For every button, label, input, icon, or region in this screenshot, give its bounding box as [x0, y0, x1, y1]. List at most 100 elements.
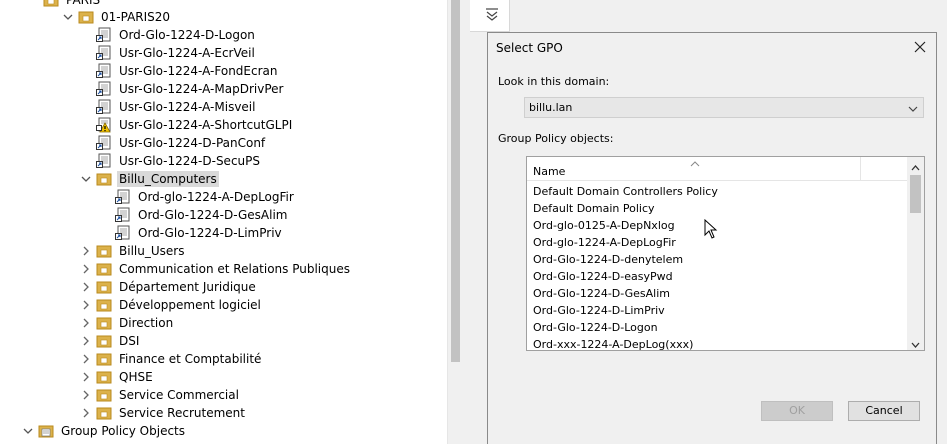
- gpo-list-item[interactable]: Default Domain Controllers Policy: [533, 183, 718, 200]
- ou-folder-icon: [96, 171, 112, 187]
- tree-gpo-link[interactable]: Usr-Glo-1224-A-Misveil: [96, 98, 257, 116]
- gpo-list-item[interactable]: Ord-xxx-1224-A-DepLog(xxx): [533, 336, 693, 350]
- chevron-right-icon[interactable]: [80, 281, 92, 293]
- tree-node-label: Group Policy Objects: [61, 424, 186, 438]
- chevron-right-icon[interactable]: [80, 263, 92, 275]
- tree-node-ou[interactable]: Billu_Users: [80, 242, 186, 260]
- ou-folder-icon: [96, 261, 112, 277]
- ou-folder-icon: [96, 315, 112, 331]
- gpo-link-warning-icon: [96, 117, 112, 133]
- tree-gpo-link[interactable]: Usr-Glo-1224-D-SecuPS: [96, 152, 262, 170]
- tree-gpo-link[interactable]: Usr-Glo-1224-A-EcrVeil: [96, 44, 257, 62]
- tree-node-label: 01-PARIS20: [101, 10, 171, 24]
- tree-node-ou[interactable]: DSI: [80, 332, 141, 350]
- tree-node-label: Communication et Relations Publiques: [119, 262, 350, 276]
- list-scrollbar-thumb[interactable]: [910, 175, 921, 213]
- ou-folder-icon: [96, 333, 112, 349]
- dialog-title: Select GPO: [496, 41, 563, 55]
- chevron-down-icon[interactable]: [62, 11, 74, 23]
- filter-icon[interactable]: [484, 6, 500, 22]
- tree-node-01-paris20[interactable]: 01-PARIS20: [62, 8, 172, 26]
- ou-folder-icon: [96, 369, 112, 385]
- column-header-name[interactable]: Name: [533, 165, 565, 178]
- domain-label: Look in this domain:: [498, 75, 610, 88]
- tree-gpo-link[interactable]: Usr-Glo-1224-D-PanConf: [96, 134, 267, 152]
- tree-node-label: Direction: [119, 316, 174, 330]
- tree-gpo-link[interactable]: Ord-Glo-1224-D-Logon: [96, 26, 257, 44]
- sort-ascending-icon: [690, 157, 700, 167]
- ou-folder-icon: [96, 387, 112, 403]
- tree-node-ou[interactable]: Direction: [80, 314, 175, 332]
- tree-node-ou[interactable]: Service Commercial: [80, 386, 241, 404]
- tree-node-ou[interactable]: Service Recrutement: [80, 404, 247, 422]
- chevron-right-icon[interactable]: [80, 299, 92, 311]
- gpo-list-item[interactable]: Ord-Glo-1224-D-easyPwd: [533, 268, 673, 285]
- gpo-list-item[interactable]: Ord-glo-0125-A-DepNxlog: [533, 217, 675, 234]
- list-scrollbar[interactable]: [907, 157, 924, 350]
- chevron-right-icon[interactable]: [80, 245, 92, 257]
- tree-node-label: DSI: [119, 334, 140, 348]
- gpo-link-icon: [96, 27, 112, 43]
- chevron-right-icon[interactable]: [80, 335, 92, 347]
- gpo-link-icon: [115, 207, 131, 223]
- gpo-link-icon: [96, 99, 112, 115]
- chevron-right-icon[interactable]: [80, 371, 92, 383]
- ou-folder-icon: [96, 297, 112, 313]
- gpo-link-label: Usr-Glo-1224-A-FondEcran: [119, 64, 278, 78]
- chevron-down-icon[interactable]: [80, 173, 92, 185]
- ou-folder-icon: [78, 9, 94, 25]
- gpo-list-item[interactable]: Ord-Glo-1224-D-GesAlim: [533, 285, 670, 302]
- gpo-list-item[interactable]: Ord-glo-1224-A-DepLogFir: [533, 234, 676, 251]
- tree-gpo-link[interactable]: Usr-Glo-1224-A-MapDrivPer: [96, 80, 285, 98]
- close-icon[interactable]: [912, 39, 928, 55]
- tree-node-label: Service Commercial: [119, 388, 239, 402]
- gpo-list-item[interactable]: Ord-Glo-1224-D-LimPriv: [533, 302, 665, 319]
- gpo-listview[interactable]: Name Default Domain Controllers Policy D…: [526, 156, 925, 351]
- gpo-list-item[interactable]: Default Domain Policy: [533, 200, 655, 217]
- scroll-up-icon[interactable]: [911, 161, 920, 171]
- scroll-down-icon[interactable]: [911, 338, 920, 348]
- tree-node-ou[interactable]: QHSE: [80, 368, 155, 386]
- chevron-right-icon[interactable]: [80, 407, 92, 419]
- gpo-link-icon: [96, 135, 112, 151]
- column-divider[interactable]: [860, 157, 861, 181]
- tree-gpo-link[interactable]: Ord-Glo-1224-D-LimPriv: [115, 224, 284, 242]
- tree-node-ou[interactable]: Département Juridique: [80, 278, 258, 296]
- cancel-button[interactable]: Cancel: [848, 401, 920, 421]
- tree-node-ou[interactable]: Finance et Comptabilité: [80, 350, 263, 368]
- domain-select[interactable]: billu.lan: [524, 97, 924, 118]
- gpo-link-icon: [115, 189, 131, 205]
- gpo-link-icon: [96, 63, 112, 79]
- tree-scrollbar-thumb[interactable]: [451, 0, 460, 362]
- tree-node-group-policy-objects[interactable]: Group Policy Objects: [22, 422, 187, 440]
- gpo-list-item[interactable]: Ord-Glo-1224-D-Logon: [533, 319, 658, 336]
- gpo-link-label: Usr-Glo-1224-D-PanConf: [119, 136, 266, 150]
- ou-folder-icon: [96, 405, 112, 421]
- chevron-right-icon[interactable]: [80, 317, 92, 329]
- tree-gpo-link[interactable]: Ord-Glo-1224-D-GesAlim: [115, 206, 289, 224]
- chevron-right-icon[interactable]: [80, 353, 92, 365]
- chevron-down-icon: [907, 102, 919, 114]
- ok-button[interactable]: OK: [761, 401, 833, 421]
- ou-folder-icon: [96, 279, 112, 295]
- tree-node-label: Développement logiciel: [119, 298, 261, 312]
- gpo-link-icon: [96, 81, 112, 97]
- gpo-link-label: Ord-Glo-1224-D-Logon: [119, 28, 255, 42]
- chevron-down-icon[interactable]: [22, 425, 34, 437]
- gpo-link-icon: [96, 153, 112, 169]
- mouse-pointer-icon: [704, 218, 718, 239]
- tree-gpo-link-warning[interactable]: Usr-Glo-1224-A-ShortcutGLPI: [96, 116, 294, 134]
- chevron-right-icon[interactable]: [80, 389, 92, 401]
- list-header: Name: [527, 157, 909, 181]
- tree-node-ou[interactable]: Communication et Relations Publiques: [80, 260, 352, 278]
- tree-scrollbar[interactable]: [447, 0, 462, 444]
- tree-node-ou[interactable]: Développement logiciel: [80, 296, 263, 314]
- gpo-link-label: Usr-Glo-1224-A-Misveil: [119, 100, 256, 114]
- gpo-list-item[interactable]: Ord-Glo-1224-D-denytelem: [533, 251, 683, 268]
- tree-node-billu-computers[interactable]: Billu_Computers: [80, 170, 219, 188]
- tree-gpo-link[interactable]: Usr-Glo-1224-A-FondEcran: [96, 62, 280, 80]
- gpo-list-label: Group Policy objects:: [498, 132, 614, 145]
- tree-gpo-link[interactable]: Ord-glo-1224-A-DepLogFir: [115, 188, 296, 206]
- gpo-link-icon: [115, 225, 131, 241]
- tree-node-label: PARIS: [66, 0, 101, 7]
